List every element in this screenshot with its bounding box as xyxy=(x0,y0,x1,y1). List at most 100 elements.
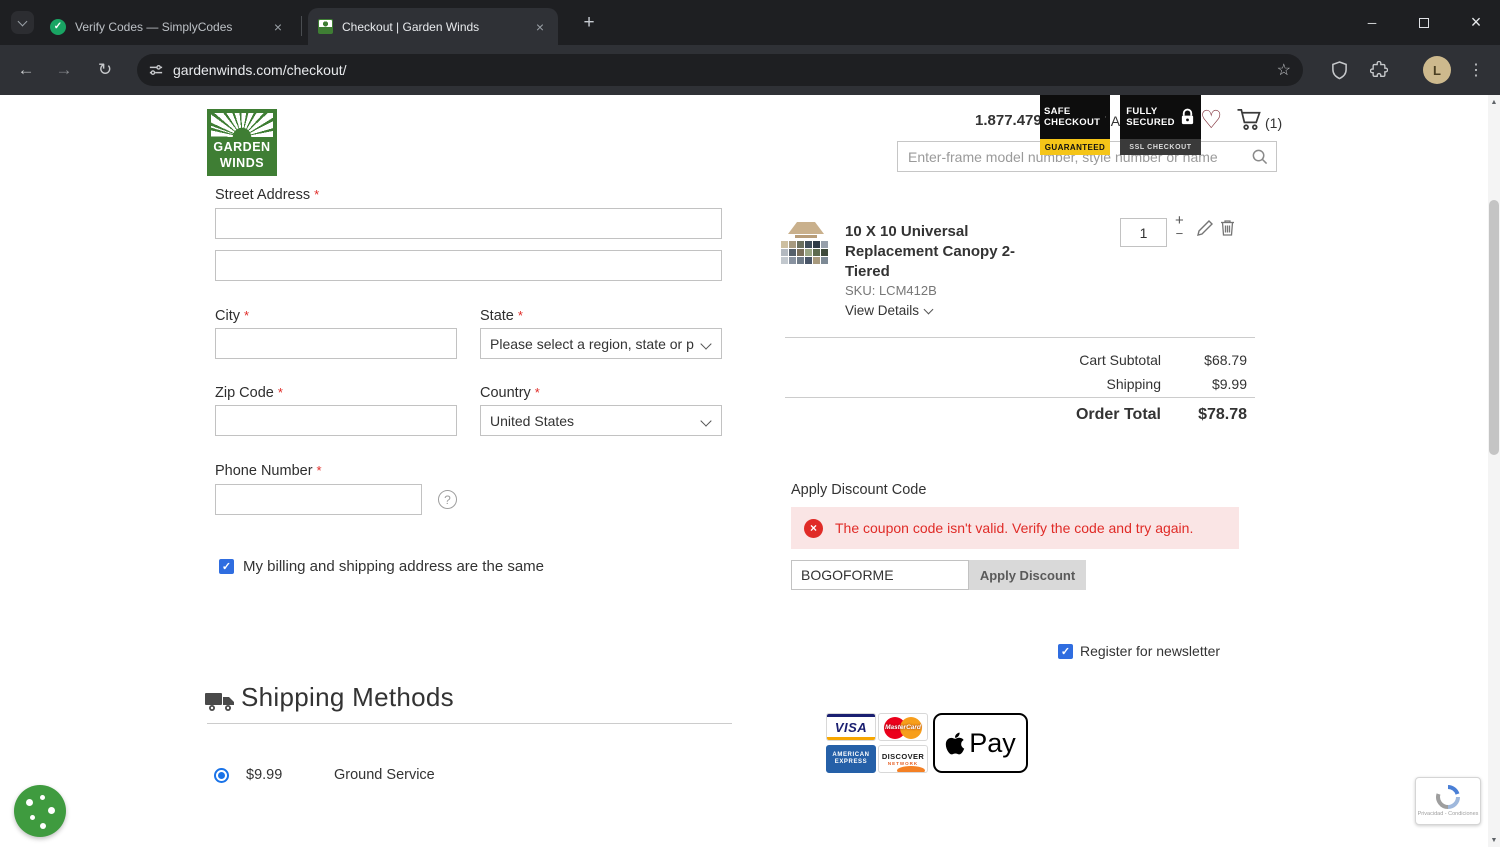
cookie-dot xyxy=(30,815,35,820)
cookie-dot xyxy=(48,807,55,814)
phone-help-icon[interactable]: ? xyxy=(438,490,457,509)
search-icon[interactable] xyxy=(1251,148,1268,165)
tab-garden-winds[interactable]: Checkout | Garden Winds × xyxy=(308,8,558,45)
garden-winds-logo[interactable]: GARDEN WINDS xyxy=(207,109,277,176)
error-icon: × xyxy=(804,518,823,538)
trash-icon[interactable] xyxy=(1220,219,1235,236)
discount-section-title[interactable]: Apply Discount Code xyxy=(791,482,926,498)
subtotal-label: Cart Subtotal xyxy=(1079,352,1161,368)
maximize-button[interactable] xyxy=(1401,0,1447,45)
label-text: Zip Code xyxy=(215,385,274,401)
product-thumbnail[interactable] xyxy=(781,222,831,277)
coupon-code-input[interactable] xyxy=(791,560,969,590)
section-divider xyxy=(207,723,732,724)
billing-same-label[interactable]: My billing and shipping address are the … xyxy=(243,558,544,575)
ground-service-radio[interactable] xyxy=(214,768,229,783)
safe-checkout-badge: SAFE CHECKOUT GUARANTEED xyxy=(1040,95,1110,155)
recaptcha-badge[interactable]: Privacidad - Condiciones xyxy=(1415,777,1481,825)
new-tab-button[interactable]: + xyxy=(576,10,602,36)
forward-button[interactable]: → xyxy=(50,56,78,84)
browser-menu-kebab-icon[interactable]: ⋮ xyxy=(1462,56,1490,84)
check-icon: ✓ xyxy=(221,561,232,573)
close-window-button[interactable]: × xyxy=(1453,0,1499,45)
phone-label: Phone Number * xyxy=(215,463,322,479)
view-details-toggle[interactable]: View Details xyxy=(845,303,934,318)
url-bar[interactable]: gardenwinds.com/checkout/ ☆ xyxy=(137,54,1303,86)
back-button[interactable]: ← xyxy=(12,56,40,84)
state-select[interactable]: Please select a region, state or p xyxy=(480,328,722,359)
chevron-down-icon xyxy=(700,415,712,427)
zip-input[interactable] xyxy=(215,405,457,436)
street-address-label: Street Address * xyxy=(215,187,319,203)
discover-badge: DISCOVER NETWORK xyxy=(878,745,928,773)
street-address-input-1[interactable] xyxy=(215,208,722,239)
edit-pencil-icon[interactable] xyxy=(1197,220,1213,236)
apple-pay-text: Pay xyxy=(969,727,1016,758)
phone-input[interactable] xyxy=(215,484,422,515)
summary-divider xyxy=(785,337,1255,338)
scrollbar-thumb[interactable] xyxy=(1489,200,1499,455)
recaptcha-icon xyxy=(1436,785,1460,809)
quantity-input[interactable] xyxy=(1120,218,1167,247)
discover-logo: DISCOVER xyxy=(881,752,925,761)
shipping-price: $9.99 xyxy=(246,767,283,783)
minimize-button[interactable]: ─ xyxy=(1349,0,1395,45)
zip-label: Zip Code * xyxy=(215,385,283,401)
product-title[interactable]: 10 X 10 Universal Replacement Canopy 2-T… xyxy=(845,222,1023,282)
city-input[interactable] xyxy=(215,328,457,359)
shipping-label: Shipping xyxy=(1106,376,1162,392)
scroll-up-icon[interactable]: ▲ xyxy=(1488,95,1500,109)
logo-sun-icon xyxy=(211,113,273,137)
shield-extension-icon[interactable] xyxy=(1325,56,1353,84)
close-tab-icon[interactable]: × xyxy=(270,19,286,35)
cookie-dot xyxy=(26,799,33,806)
label-text: Country xyxy=(480,385,531,401)
cookie-consent-widget[interactable] xyxy=(14,785,66,837)
mastercard-logo: MasterCard xyxy=(885,723,921,731)
canopy-tier xyxy=(795,235,817,238)
wishlist-heart-icon[interactable]: ♡ xyxy=(1200,105,1222,135)
site-info-icon[interactable] xyxy=(149,63,163,77)
page-scrollbar[interactable]: ▲ ▼ xyxy=(1488,95,1500,847)
close-tab-icon[interactable]: × xyxy=(532,19,548,35)
apple-icon xyxy=(946,732,965,754)
profile-avatar[interactable]: L xyxy=(1423,56,1451,84)
secure-line1: FULLY xyxy=(1126,106,1158,117)
billing-same-checkbox[interactable]: ✓ xyxy=(219,559,234,574)
apply-discount-button[interactable]: Apply Discount xyxy=(969,560,1086,590)
extensions-puzzle-icon[interactable] xyxy=(1365,56,1393,84)
scroll-down-icon[interactable]: ▼ xyxy=(1488,833,1500,847)
visa-logo: VISA xyxy=(834,719,868,735)
shipping-value: $9.99 xyxy=(1211,376,1247,392)
url-text[interactable]: gardenwinds.com/checkout/ xyxy=(173,62,1267,78)
order-total-value: $78.78 xyxy=(1198,406,1247,423)
tab-simplycodes[interactable]: ✓ Verify Codes — SimplyCodes × xyxy=(40,8,296,45)
check-icon: ✓ xyxy=(1060,646,1071,658)
bookmark-star-icon[interactable]: ☆ xyxy=(1277,60,1291,80)
summary-divider xyxy=(785,397,1255,398)
logo-line2: WINDS xyxy=(219,155,265,170)
chevron-down-icon xyxy=(923,304,934,314)
cart-button[interactable]: (1) xyxy=(1236,108,1282,131)
decrease-qty-icon[interactable]: − xyxy=(1176,227,1184,240)
browser-titlebar: ✓ Verify Codes — SimplyCodes × Checkout … xyxy=(0,0,1500,45)
label-text: Phone Number xyxy=(215,463,313,479)
newsletter-label[interactable]: Register for newsletter xyxy=(1080,643,1220,659)
logo-line1: GARDEN xyxy=(213,140,271,154)
shipping-methods-title: Shipping Methods xyxy=(241,682,454,712)
subtotal-row: Cart Subtotal $68.79 xyxy=(785,348,1247,372)
tab-search-button[interactable] xyxy=(11,11,34,34)
state-selected-value: Please select a region, state or p xyxy=(490,335,694,352)
product-sku: SKU: LCM412B xyxy=(845,283,937,298)
lock-icon xyxy=(1181,108,1193,124)
mastercard-badge: MasterCard xyxy=(878,713,928,741)
safe-line1: SAFE xyxy=(1044,106,1071,117)
street-address-input-2[interactable] xyxy=(215,250,722,281)
guaranteed-strip: GUARANTEED xyxy=(1040,139,1110,155)
tab-divider xyxy=(301,16,302,36)
reload-button[interactable]: ↻ xyxy=(91,56,119,84)
tab-title: Verify Codes — SimplyCodes xyxy=(75,19,233,34)
country-select[interactable]: United States xyxy=(480,405,722,436)
quantity-stepper[interactable]: + − xyxy=(1175,213,1184,240)
newsletter-checkbox[interactable]: ✓ xyxy=(1058,644,1073,659)
